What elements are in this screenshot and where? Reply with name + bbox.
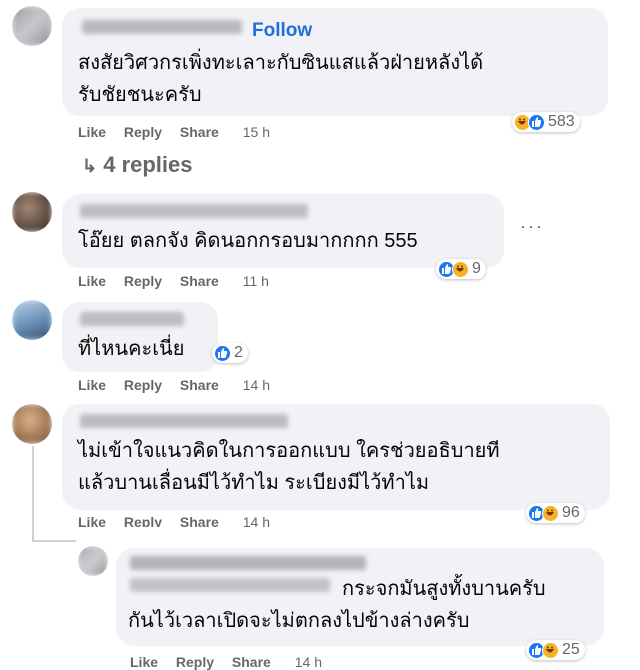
comment-bubble: โอ๊ยย ตลกจัง คิดนอกกรอบมากกกก 555 bbox=[62, 194, 504, 268]
comment-text: โอ๊ยย ตลกจัง คิดนอกกรอบมากกกก 555 bbox=[78, 230, 418, 252]
like-link[interactable]: Like bbox=[78, 377, 106, 393]
thread-connector bbox=[32, 540, 76, 542]
reaction-summary[interactable]: 2 bbox=[212, 343, 248, 363]
author-name-redacted bbox=[130, 556, 366, 570]
reply-link[interactable]: Reply bbox=[124, 124, 162, 140]
comment-bubble: ไม่เข้าใจแนวคิดในการออกแบบ ใครช่วยอธิบาย… bbox=[62, 404, 610, 510]
reply-link[interactable]: Reply bbox=[124, 514, 162, 527]
timestamp[interactable]: 14 h bbox=[243, 377, 270, 393]
author-name-redacted bbox=[80, 204, 308, 218]
comment-text: รับชัยชนะครับ bbox=[78, 84, 202, 106]
comment-actions: Like Reply Share 14 h bbox=[78, 514, 270, 527]
reply-link[interactable]: Reply bbox=[124, 273, 162, 289]
haha-icon bbox=[542, 641, 559, 659]
share-link[interactable]: Share bbox=[180, 377, 219, 393]
share-link[interactable]: Share bbox=[180, 514, 219, 527]
comment-actions: Like Reply Share 14 h bbox=[130, 654, 322, 670]
author-name-redacted bbox=[82, 20, 242, 34]
reaction-summary[interactable]: 96 bbox=[526, 503, 585, 523]
reaction-summary[interactable]: 9 bbox=[436, 259, 486, 279]
comment-text: แล้วบานเลื่อนมีไว้ทำไม ระเบียงมีไว้ทำไม bbox=[78, 472, 430, 494]
share-link[interactable]: Share bbox=[180, 124, 219, 140]
reaction-summary[interactable]: 25 bbox=[526, 640, 585, 660]
thread-connector bbox=[32, 446, 34, 542]
avatar[interactable] bbox=[12, 192, 52, 232]
author-name-redacted bbox=[80, 414, 288, 428]
like-link[interactable]: Like bbox=[78, 514, 106, 527]
avatar[interactable] bbox=[78, 546, 108, 576]
like-icon bbox=[214, 344, 231, 362]
comment-actions: Like Reply Share 11 h bbox=[78, 273, 269, 289]
author-name-redacted bbox=[80, 312, 184, 326]
comment-bubble: Follow สงสัยวิศวกรเพิ่งทะเลาะกับซินแสแล้… bbox=[62, 8, 608, 116]
comment-text: สงสัยวิศวกรเพิ่งทะเลาะกับซินแสแล้วฝ่ายหล… bbox=[78, 52, 484, 74]
timestamp[interactable]: 15 h bbox=[243, 124, 270, 140]
avatar[interactable] bbox=[12, 404, 52, 444]
reaction-count: 2 bbox=[234, 344, 243, 361]
reaction-count: 25 bbox=[562, 641, 580, 658]
haha-icon bbox=[452, 260, 469, 278]
timestamp[interactable]: 14 h bbox=[295, 654, 322, 670]
like-icon bbox=[528, 113, 545, 131]
reaction-summary[interactable]: 583 bbox=[512, 112, 580, 132]
comment-actions: Like Reply Share 15 h bbox=[78, 124, 270, 140]
timestamp[interactable]: 11 h bbox=[243, 273, 269, 289]
reaction-count: 96 bbox=[562, 504, 580, 521]
reply-link[interactable]: Reply bbox=[124, 377, 162, 393]
comment-text: ไม่เข้าใจแนวคิดในการออกแบบ ใครช่วยอธิบาย… bbox=[78, 440, 500, 462]
share-link[interactable]: Share bbox=[180, 273, 219, 289]
reaction-count: 583 bbox=[548, 113, 575, 130]
comment-text: กันไว้เวลาเปิดจะไม่ตกลงไปข้างล่างครับ bbox=[128, 610, 470, 632]
comment-text: ที่ไหนคะเนี่ย bbox=[78, 338, 185, 360]
haha-icon bbox=[542, 504, 559, 522]
like-link[interactable]: Like bbox=[130, 654, 158, 670]
author-name-redacted bbox=[130, 578, 330, 592]
share-link[interactable]: Share bbox=[232, 654, 271, 670]
follow-button[interactable]: Follow bbox=[252, 20, 312, 42]
replies-label: 4 replies bbox=[103, 152, 193, 177]
reply-link[interactable]: Reply bbox=[176, 654, 214, 670]
comment-actions: Like Reply Share 14 h bbox=[78, 377, 270, 393]
like-link[interactable]: Like bbox=[78, 273, 106, 289]
reply-arrow-icon: ↳ bbox=[82, 156, 98, 176]
comment-bubble: ที่ไหนคะเนี่ย bbox=[62, 302, 218, 372]
timestamp[interactable]: 14 h bbox=[243, 514, 270, 527]
reaction-count: 9 bbox=[472, 260, 481, 277]
avatar[interactable] bbox=[12, 300, 52, 340]
avatar[interactable] bbox=[12, 6, 52, 46]
comment-text: กระจกมันสูงทั้งบานครับ bbox=[342, 578, 546, 600]
comment-bubble: กระจกมันสูงทั้งบานครับ กันไว้เวลาเปิดจะไ… bbox=[116, 548, 604, 646]
like-link[interactable]: Like bbox=[78, 124, 106, 140]
view-replies-button[interactable]: ↳ 4 replies bbox=[82, 152, 193, 178]
more-options-icon[interactable]: ··· bbox=[520, 216, 544, 237]
